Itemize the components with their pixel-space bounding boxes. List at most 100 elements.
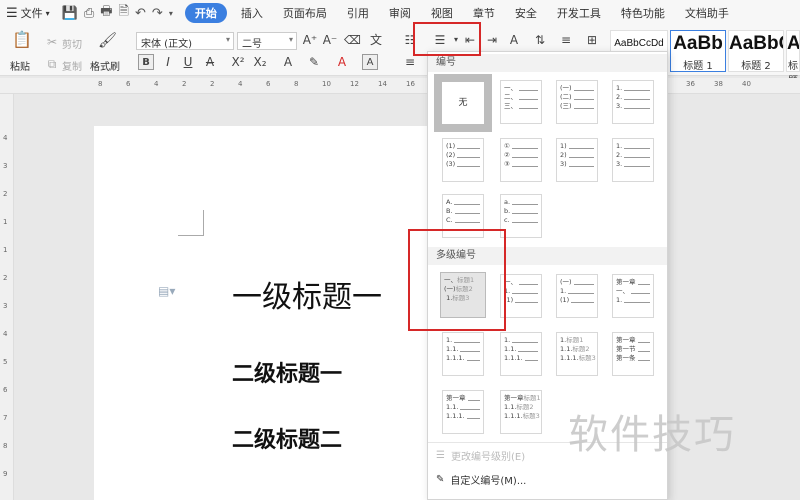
chevron-down-icon[interactable]: ▾ <box>169 9 173 18</box>
multilevel-option[interactable]: 一、 1. (1) <box>500 274 542 318</box>
undo-icon[interactable]: ↶ <box>135 6 146 21</box>
font-name-select[interactable]: 宋体 (正文) ▾ <box>136 32 234 50</box>
ruler-number: 4 <box>154 80 159 88</box>
chevron-down-icon: ▾ <box>45 8 50 18</box>
phonetic-guide-icon[interactable]: A <box>506 32 522 48</box>
heading-level-1[interactable]: 一级标题一 <box>232 272 382 316</box>
numbering-option[interactable]: a. b. c. <box>500 194 542 238</box>
tab-special[interactable]: 特色功能 <box>611 5 675 21</box>
file-menu-label: 文件 <box>20 7 43 20</box>
tab-references[interactable]: 引用 <box>337 5 379 21</box>
tab-home[interactable]: 开始 <box>184 3 227 23</box>
strikethrough-icon[interactable]: A <box>202 54 218 70</box>
scissors-icon[interactable]: ✂ <box>44 34 60 50</box>
multilevel-option[interactable]: 第一章 第一节 第一条 <box>612 332 654 376</box>
tab-assistant[interactable]: 文档助手 <box>675 5 739 21</box>
underline-icon[interactable]: U <box>180 54 196 70</box>
ruler-number: 14 <box>378 80 387 88</box>
borders-icon[interactable]: ⊞ <box>584 32 600 48</box>
change-level-menu-item[interactable]: ☰ 更改编号级别(E) <box>436 448 525 463</box>
style-sample: AaBbC <box>729 33 783 54</box>
print-icon[interactable]: 🖶 <box>100 2 112 24</box>
font-color-icon[interactable]: A <box>334 54 350 70</box>
print-preview-icon[interactable]: ⎙ <box>84 6 94 21</box>
phonetic-icon[interactable]: 文 <box>368 32 384 48</box>
file-menu[interactable]: ☰ 文件 ▾ <box>0 5 54 21</box>
preview-icon[interactable]: 🗎 <box>119 2 129 24</box>
custom-numbering-label: 自定义编号(M)... <box>450 476 527 487</box>
watermark-text: 软件技巧 <box>568 412 736 458</box>
text-effect-icon[interactable]: A <box>280 54 296 70</box>
heading-level-2-first[interactable]: 二级标题一 <box>232 356 342 388</box>
ruler-number: 2 <box>182 80 187 88</box>
char-border-icon[interactable]: A <box>362 54 378 70</box>
tab-security[interactable]: 安全 <box>505 5 547 21</box>
vertical-ruler[interactable]: 4 3 2 1 1 2 3 4 5 6 7 8 9 <box>0 94 14 500</box>
style-label: 标题 2 <box>741 61 771 72</box>
tab-view[interactable]: 视图 <box>421 5 463 21</box>
ruler-number: 1 <box>3 246 8 254</box>
tab-developer[interactable]: 开发工具 <box>547 5 611 21</box>
ruler-number: 12 <box>350 80 359 88</box>
grow-font-icon[interactable]: A⁺ <box>302 32 318 48</box>
quick-access-toolbar: 💾 ⎙ 🖶 🗎 ↶ ↷ ▾ <box>54 2 181 24</box>
tab-page-layout[interactable]: 页面布局 <box>273 5 337 21</box>
ruler-number: 2 <box>3 274 8 282</box>
superscript-icon[interactable]: X² <box>230 54 246 70</box>
font-size-select[interactable]: 二号 ▾ <box>237 32 297 50</box>
multilevel-option[interactable]: 1. 1.1. 1.1.1. <box>442 332 484 376</box>
italic-icon[interactable]: I <box>160 54 176 70</box>
numbering-none-option[interactable]: 无 <box>434 74 492 132</box>
ruler-number: 4 <box>3 134 8 142</box>
format-painter-button[interactable]: 格式刷 <box>90 58 120 73</box>
redo-icon[interactable]: ↷ <box>152 6 163 21</box>
subscript-icon[interactable]: X₂ <box>252 54 268 70</box>
numbering-option[interactable]: (1) (2) (3) <box>442 138 484 182</box>
tab-section[interactable]: 章节 <box>463 5 505 21</box>
multilevel-option[interactable]: (一) 1. (1) <box>556 274 598 318</box>
ribbon: 📋 粘贴 ✂ 剪切 ⧉ 复制 🖌 格式刷 宋体 (正文) ▾ 二号 ▾ A⁺ A… <box>0 26 800 98</box>
style-heading-2[interactable]: AaBbC 标题 2 <box>728 30 784 72</box>
numbering-option[interactable]: ①②③ <box>500 138 542 182</box>
highlight-icon[interactable]: ✎ <box>306 54 322 70</box>
copy-icon[interactable]: ⧉ <box>44 56 60 72</box>
clear-format-icon[interactable]: ⌫ <box>344 32 361 48</box>
line-spacing-icon[interactable]: ≡ <box>558 32 574 48</box>
ruler-number: 4 <box>3 330 8 338</box>
copy-button[interactable]: 复制 <box>62 58 82 73</box>
save-icon[interactable]: 💾 <box>62 6 78 21</box>
horizontal-ruler[interactable]: 8642246810121416182022242628303234363840 <box>0 78 800 94</box>
custom-numbering-menu-item[interactable]: ✎ 自定义编号(M)... <box>436 472 526 487</box>
heading-level-2-second[interactable]: 二级标题二 <box>232 422 342 454</box>
cut-button[interactable]: 剪切 <box>62 36 82 51</box>
indent-list-icon: ☰ <box>436 450 445 461</box>
sort-icon[interactable]: ⇅ <box>532 32 548 48</box>
multilevel-option[interactable]: 1. 标题1 1.1. 标题2 1.1.1. 标题3 <box>556 332 598 376</box>
numbering-option[interactable]: 一、 二、 三、 <box>500 80 542 124</box>
ruler-number: 10 <box>322 80 331 88</box>
numbering-option[interactable]: 1. 2. 3. <box>612 138 654 182</box>
style-heading-1[interactable]: AaBb 标题 1 <box>670 30 726 72</box>
numbering-option[interactable]: 1. 2. 3. <box>612 80 654 124</box>
ruler-number: 4 <box>238 80 243 88</box>
increase-indent-icon[interactable]: ⇥ <box>484 32 500 48</box>
align-left-icon[interactable]: ≡ <box>402 54 418 70</box>
ruler-number: 3 <box>3 162 8 170</box>
numbering-option[interactable]: 1) 2) 3) <box>556 138 598 182</box>
multilevel-option[interactable]: 第一章 标题1 1.1. 标题2 1.1.1. 标题3 <box>500 390 542 434</box>
tab-review[interactable]: 审阅 <box>379 5 421 21</box>
format-painter-icon[interactable]: 🖌 <box>98 32 117 48</box>
style-heading-3[interactable]: AaBb( 标题 3 <box>786 30 800 98</box>
numbering-option[interactable]: (一) (二) (三) <box>556 80 598 124</box>
shrink-font-icon[interactable]: A⁻ <box>322 32 338 48</box>
paste-button[interactable]: 粘贴 <box>10 58 30 73</box>
bold-icon[interactable]: B <box>138 54 154 70</box>
paste-icon[interactable]: 📋 <box>12 32 32 48</box>
tab-insert[interactable]: 插入 <box>231 5 273 21</box>
multilevel-option[interactable]: 第一章 一、 1. <box>612 274 654 318</box>
paragraph-layout-icon[interactable]: ▤▾ <box>158 284 175 298</box>
style-label: 标题 1 <box>683 61 713 72</box>
multilevel-option[interactable]: 1. 1.1. 1.1.1. <box>500 332 542 376</box>
numbering-section-title: 编号 <box>428 54 667 72</box>
multilevel-option[interactable]: 第一章 1.1. 1.1.1. <box>442 390 484 434</box>
